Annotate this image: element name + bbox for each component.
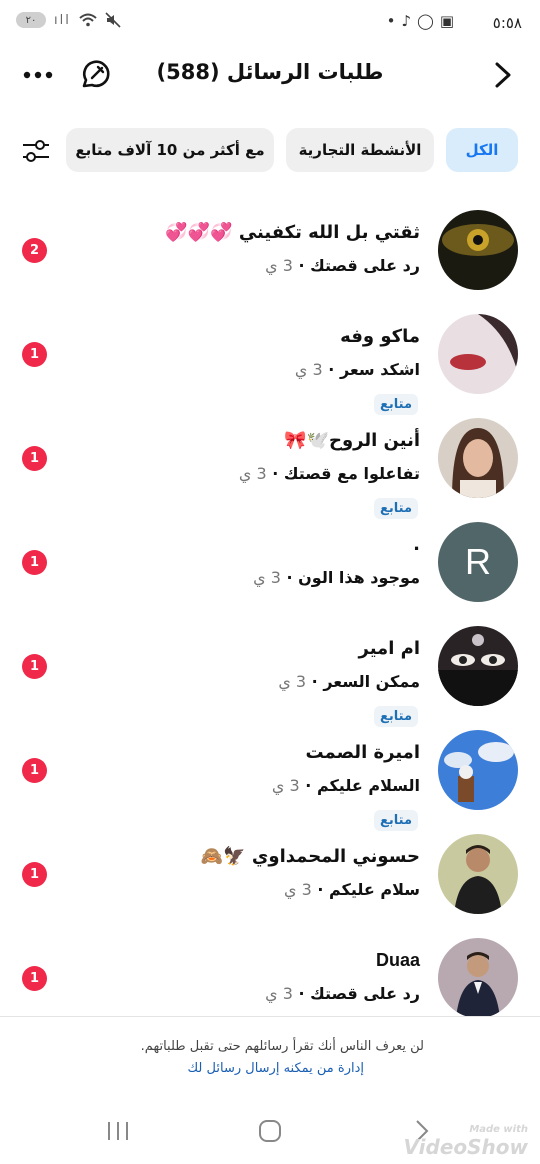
requests-footer: لن يعرف الناس أنك تقرأ رسائلهم حتى تقبل …	[0, 1016, 540, 1097]
sender-name: اميرة الصمت	[305, 742, 420, 763]
timestamp: 3 ي	[238, 464, 267, 483]
timestamp: 3 ي	[278, 672, 307, 691]
message-preview: السلام عليكم · 3 ي	[271, 776, 420, 795]
message-preview: موجود هذا الون · 3 ي	[253, 568, 420, 587]
battery-level: ٢٠	[25, 14, 37, 26]
manage-message-controls-link[interactable]: إدارة من يمكنه إرسال رسائل لك	[187, 1061, 364, 1076]
chip-all[interactable]: الكل	[446, 128, 518, 172]
message-preview: سلام عليكم · 3 ي	[283, 880, 420, 899]
unread-badge: 1	[22, 966, 47, 991]
avatar[interactable]: R	[438, 522, 518, 602]
mute-icon	[105, 12, 121, 28]
status-bar: ٢٠ ıll •♪◯▣ ٥:٥٨	[0, 0, 540, 48]
home-icon	[259, 1120, 281, 1142]
preview-text: تفاعلوا مع قصتك	[283, 464, 420, 483]
list-item[interactable]: ماكو وفه اشكد سعر · 3 ي متابع 1	[0, 300, 540, 415]
status-left: ٢٠ ıll	[16, 12, 121, 28]
avatar[interactable]	[438, 730, 518, 810]
message-preview: تفاعلوا مع قصتك · 3 ي	[238, 464, 420, 483]
home-button[interactable]	[250, 1116, 290, 1146]
preview-text: رد على قصتك	[310, 984, 420, 1003]
header: طلبات الرسائل (588)	[0, 48, 540, 102]
list-item[interactable]: R . موجود هذا الون · 3 ي 1	[0, 508, 540, 612]
timestamp: 3 ي	[265, 984, 293, 1003]
preview-text: السلام عليكم	[316, 776, 420, 795]
compose-icon	[82, 60, 110, 88]
screen-record-icon: ▣	[439, 12, 460, 30]
preview-text: اشكد سعر	[339, 360, 420, 379]
watermark-line1: Made with	[469, 1124, 528, 1135]
timestamp: 3 ي	[283, 880, 312, 899]
signal-icon: ıll	[54, 12, 71, 28]
list-item[interactable]: حسوني المحمداوي 🦅🙈 سلام عليكم · 3 ي 1	[0, 820, 540, 924]
unread-badge: 1	[22, 550, 47, 575]
sender-name: أنين الروح🕊️🎀	[284, 430, 420, 451]
wifi-icon	[79, 13, 97, 27]
timestamp: 3 ي	[294, 360, 323, 379]
status-time: ٥:٥٨	[492, 14, 522, 32]
watermark-line2: VideoShow	[403, 1135, 528, 1159]
recent-apps-button[interactable]	[98, 1116, 138, 1146]
preview-text: موجود هذا الون	[298, 568, 420, 587]
whatsapp-icon: ◯	[417, 12, 440, 30]
unread-badge: 1	[22, 862, 47, 887]
timestamp: 3 ي	[253, 568, 281, 587]
sender-name: .	[413, 534, 420, 555]
avatar[interactable]	[438, 210, 518, 290]
privacy-note: لن يعرف الناس أنك تقرأ رسائلهم حتى تقبل …	[140, 1039, 424, 1054]
list-item[interactable]: أنين الروح🕊️🎀 تفاعلوا مع قصتك · 3 ي متاب…	[0, 404, 540, 519]
preview-text: سلام عليكم	[328, 880, 420, 899]
list-item[interactable]: ثقتي بل الله تكفيني 💞💞💞 رد على قصتك · 3 …	[0, 196, 540, 300]
avatar[interactable]	[438, 626, 518, 706]
filter-bar: الكل الأنشطة التجارية مع أكثر من 10 آلاف…	[0, 128, 540, 174]
unread-badge: 1	[22, 446, 47, 471]
unread-badge: 1	[22, 758, 47, 783]
message-preview: اشكد سعر · 3 ي	[294, 360, 420, 379]
avatar[interactable]	[438, 418, 518, 498]
message-preview: ممكن السعر · 3 ي	[278, 672, 420, 691]
notification-icons: •♪◯▣	[387, 12, 460, 30]
message-preview: رد على قصتك · 3 ي	[265, 984, 420, 1003]
battery-icon: ٢٠	[16, 12, 46, 28]
watermark: Made with VideoShow	[404, 1124, 528, 1159]
unread-badge: 1	[22, 654, 47, 679]
message-preview: رد على قصتك · 3 ي	[265, 256, 420, 275]
tiktok-icon: ♪	[401, 12, 418, 30]
avatar[interactable]	[438, 314, 518, 394]
list-item[interactable]: ام امير ممكن السعر · 3 ي متابع 1	[0, 612, 540, 727]
filter-settings-icon[interactable]	[20, 136, 52, 166]
chip-businesses[interactable]: الأنشطة التجارية	[286, 128, 434, 172]
compose-button[interactable]	[76, 56, 114, 94]
chip-over-10k-followers[interactable]: مع أكثر من 10 آلاف متابع	[66, 128, 274, 172]
dot-icon: •	[386, 12, 402, 30]
sender-name: حسوني المحمداوي 🦅🙈	[200, 846, 420, 867]
preview-text: ممكن السعر	[323, 672, 420, 691]
timestamp: 3 ي	[271, 776, 300, 795]
sender-name: Duaa	[375, 950, 420, 970]
list-item[interactable]: Duaa رد على قصتك · 3 ي 1	[0, 924, 540, 1028]
avatar[interactable]	[438, 834, 518, 914]
unread-badge: 1	[22, 342, 47, 367]
list-item[interactable]: اميرة الصمت السلام عليكم · 3 ي متابع 1	[0, 716, 540, 831]
unread-badge: 2	[22, 238, 47, 263]
sender-name: ماكو وفه	[340, 326, 420, 347]
sender-name: ثقتي بل الله تكفيني 💞💞💞	[165, 222, 420, 243]
avatar-initial: R	[465, 541, 491, 582]
avatar[interactable]	[438, 938, 518, 1018]
sender-name: ام امير	[358, 638, 421, 659]
more-icon	[23, 71, 53, 79]
preview-text: رد على قصتك	[310, 256, 420, 275]
recent-apps-icon	[108, 1122, 128, 1140]
timestamp: 3 ي	[265, 256, 293, 275]
more-options-button[interactable]	[18, 56, 58, 94]
